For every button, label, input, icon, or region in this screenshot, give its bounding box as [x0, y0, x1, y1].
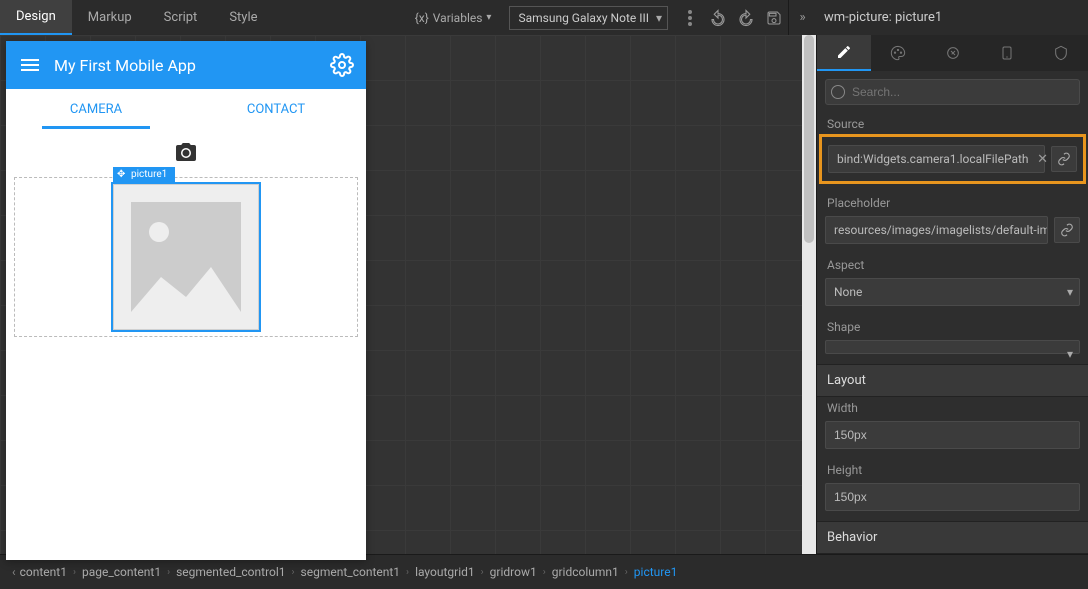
save-button[interactable]: [760, 0, 788, 35]
breadcrumb-left[interactable]: ‹: [8, 565, 20, 579]
segmented-control: CAMERA CONTACT: [6, 89, 366, 129]
width-label: Width: [817, 397, 1088, 421]
tab-style[interactable]: Style: [213, 0, 273, 35]
source-field-row: bind:Widgets.camera1.localFilePath ✕: [819, 134, 1086, 184]
clear-icon[interactable]: ✕: [1037, 152, 1048, 167]
tab-markup[interactable]: Markup: [72, 0, 148, 35]
pencil-icon: [836, 44, 852, 60]
placeholder-label: Placeholder: [817, 192, 1088, 216]
hamburger-icon[interactable]: [18, 53, 42, 77]
top-bar: Design Markup Script Style {x} Variables…: [0, 0, 1088, 35]
crumb-content1[interactable]: content1: [20, 565, 67, 579]
crumb-segmented-control1[interactable]: segmented_control1: [176, 565, 285, 579]
behavior-section-header[interactable]: Behavior: [817, 521, 1088, 554]
bind-icon[interactable]: [1054, 217, 1080, 243]
camera-row: [6, 129, 366, 177]
palette-icon: [890, 45, 906, 61]
tab-design[interactable]: Design: [0, 0, 72, 35]
tab-events[interactable]: [925, 35, 979, 71]
top-tabs: Design Markup Script Style: [0, 0, 274, 35]
camera-icon[interactable]: [174, 141, 198, 165]
width-input[interactable]: [825, 421, 1080, 449]
crumb-picture1[interactable]: picture1: [634, 565, 678, 579]
device-icon: [999, 45, 1015, 61]
variables-button[interactable]: {x} Variables ▾: [405, 11, 502, 25]
device-frame: My First Mobile App CAMERA CONTACT pictu…: [6, 41, 366, 560]
crumb-layoutgrid1[interactable]: layoutgrid1: [415, 565, 475, 579]
app-header: My First Mobile App: [6, 41, 366, 89]
properties-panel: Source bind:Widgets.camera1.localFilePat…: [816, 35, 1088, 554]
source-input[interactable]: bind:Widgets.camera1.localFilePath: [828, 145, 1045, 173]
selection-tag[interactable]: picture1: [113, 167, 175, 182]
device-select[interactable]: Samsung Galaxy Note III: [509, 6, 668, 30]
tab-security[interactable]: [1034, 35, 1088, 71]
placeholder-field-row: resources/images/imagelists/default-imag…: [817, 216, 1088, 254]
height-label: Height: [817, 459, 1088, 483]
side-panel-collapse[interactable]: »: [788, 0, 816, 35]
chevron-down-icon: ▾: [486, 12, 491, 23]
shape-label: Shape: [817, 316, 1088, 340]
chevron-right-icon: »: [799, 10, 805, 25]
tab-style[interactable]: [871, 35, 925, 71]
undo-button[interactable]: [704, 0, 732, 35]
widget-header-label: wm-picture: picture1: [824, 10, 942, 25]
gear-icon[interactable]: [330, 53, 354, 77]
segment-contact[interactable]: CONTACT: [186, 89, 366, 129]
variables-label: Variables: [433, 11, 483, 25]
shape-field-row: [817, 340, 1088, 364]
tab-device[interactable]: [980, 35, 1034, 71]
aspect-field-row: None: [817, 278, 1088, 316]
aspect-select[interactable]: None: [825, 278, 1080, 306]
picture-widget[interactable]: picture1: [111, 182, 261, 332]
variables-icon: {x}: [415, 11, 429, 25]
design-canvas[interactable]: My First Mobile App CAMERA CONTACT pictu…: [0, 35, 816, 554]
placeholder-input[interactable]: resources/images/imagelists/default-imag…: [825, 216, 1048, 244]
segment-camera[interactable]: CAMERA: [6, 89, 186, 129]
layout-section-header[interactable]: Layout: [817, 364, 1088, 397]
crumb-page-content1[interactable]: page_content1: [82, 565, 161, 579]
shield-icon: [1053, 45, 1069, 61]
app-title: My First Mobile App: [54, 56, 330, 75]
height-input[interactable]: [825, 483, 1080, 511]
tab-script[interactable]: Script: [148, 0, 214, 35]
more-menu-button[interactable]: [676, 0, 704, 35]
grid-row[interactable]: picture1: [14, 177, 358, 337]
grid-column[interactable]: picture1: [19, 182, 353, 332]
vertical-scrollbar[interactable]: [802, 35, 816, 554]
crumb-segment-content1[interactable]: segment_content1: [301, 565, 401, 579]
aspect-label: Aspect: [817, 254, 1088, 278]
events-icon: [945, 45, 961, 61]
crumb-gridrow1[interactable]: gridrow1: [490, 565, 537, 579]
shape-select[interactable]: [825, 340, 1080, 354]
redo-button[interactable]: [732, 0, 760, 35]
property-tabs: [817, 35, 1088, 71]
search-input[interactable]: [825, 79, 1080, 105]
crumb-gridcolumn1[interactable]: gridcolumn1: [552, 565, 619, 579]
bind-icon[interactable]: [1051, 146, 1077, 172]
tab-properties[interactable]: [817, 35, 871, 71]
placeholder-image-icon: [131, 202, 241, 312]
